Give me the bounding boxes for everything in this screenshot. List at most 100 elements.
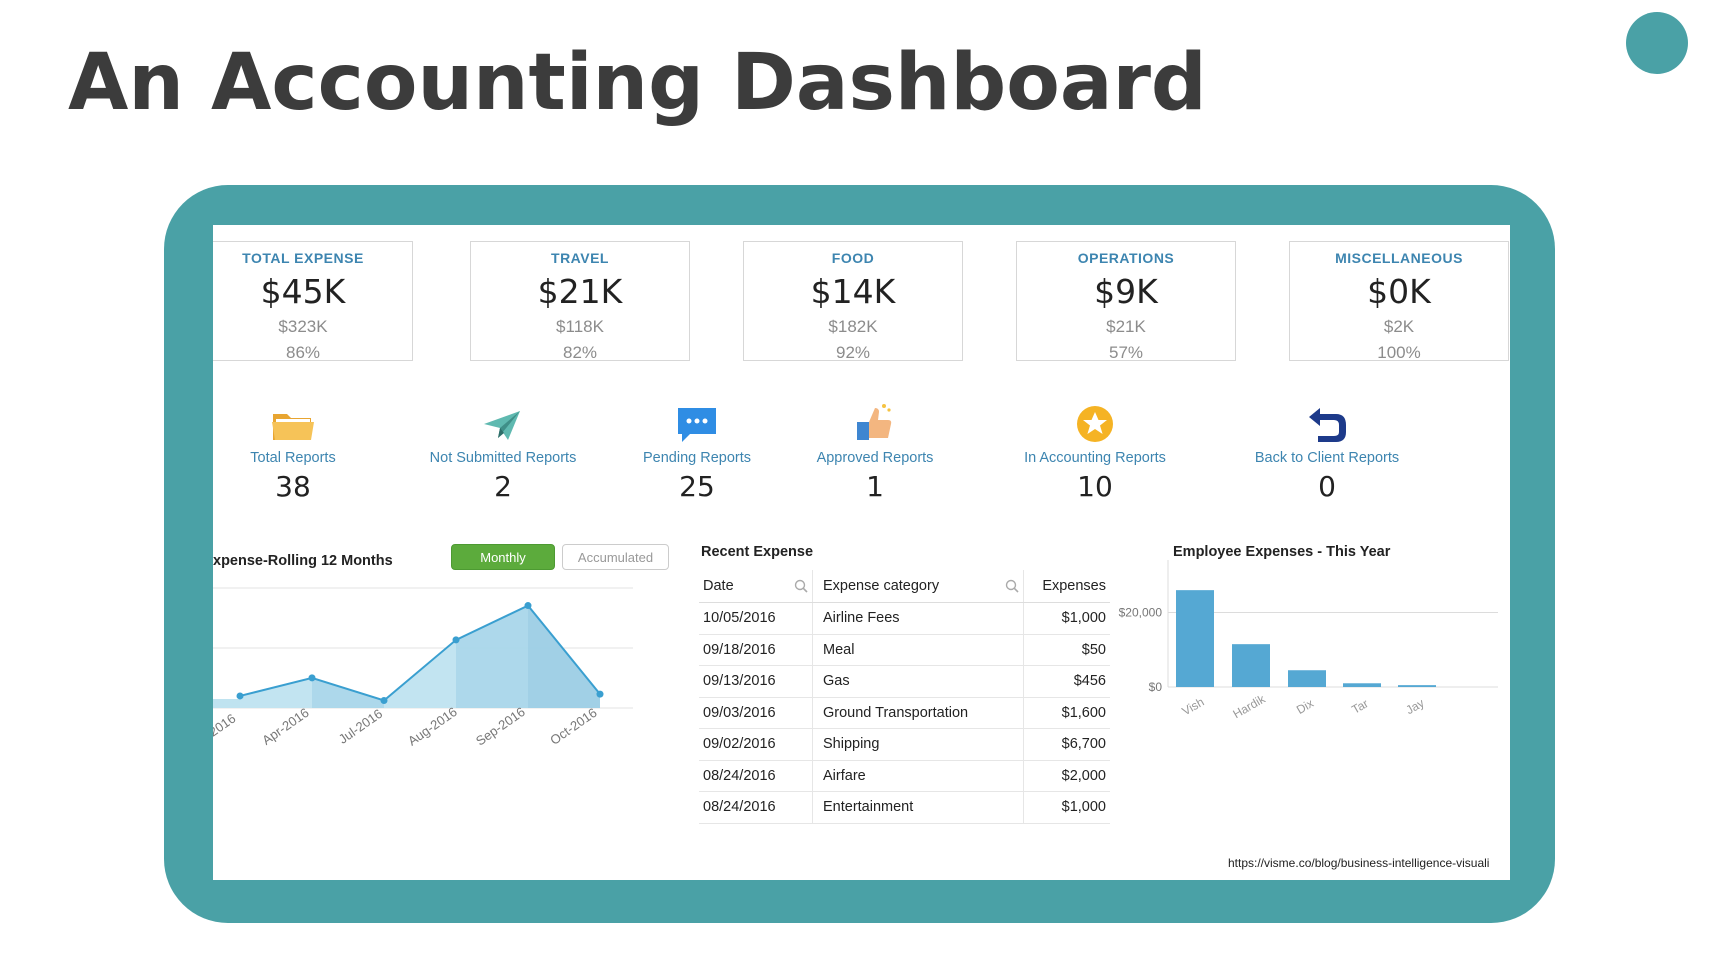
kpi-sub-value: $2K [1383,317,1415,336]
x-tick-label: Sep-2016 [473,704,528,749]
report-label: Total Reports [250,450,336,466]
kpi-label: MISCELLANEOUS [1335,250,1463,266]
report-approved[interactable]: Approved Reports 1 [775,400,975,503]
x-tick-label: -2016 [213,711,238,742]
kpi-percent: 86% [285,343,321,362]
kpi-card-operations[interactable]: OPERATIONS $9K $21K 57% [1016,241,1236,362]
decorative-dot [1626,12,1688,74]
bar [1398,685,1436,687]
row-amount: $1,000 [1023,602,1110,635]
accumulated-button[interactable]: Accumulated [562,544,669,570]
kpi-card-total-expense[interactable]: TOTAL EXPENSE $45K $323K 86% [213,241,413,362]
report-count: 0 [1318,470,1336,503]
row-category: Airfare [812,760,1024,792]
monthly-button[interactable]: Monthly [451,544,555,570]
kpi-percent: 82% [562,343,598,362]
x-tick-label: Aug-2016 [405,704,460,749]
row-category: Airline Fees [812,602,1024,635]
paper-plane-icon [484,411,520,440]
date-column-header[interactable]: Date [699,570,813,603]
data-point [524,602,532,610]
row-date: 09/03/2016 [699,697,813,729]
chat-bubble-icon [678,408,716,442]
row-amount: $2,000 [1023,760,1110,792]
kpi-label: FOOD [831,250,875,266]
data-point [380,696,388,704]
kpi-label: TRAVEL [551,250,609,266]
area-segment [312,677,384,708]
x-tick-label: Vish [1179,695,1206,719]
x-tick-label: Jul-2016 [336,706,385,747]
report-count: 2 [494,470,512,503]
x-tick-label: Oct-2016 [547,705,599,748]
data-point [308,674,316,682]
kpi-value: $14K [810,272,896,311]
report-label: Pending Reports [642,450,751,466]
report-label: Not Submitted Reports [429,450,577,466]
table-row[interactable]: 08/24/2016 Entertainment $1,000 [699,791,1110,824]
table-row[interactable]: 10/05/2016 Airline Fees $1,000 [699,602,1110,635]
report-not-submitted[interactable]: Not Submitted Reports 2 [403,400,603,503]
recent-expense-table: Date Expense category Expenses 10/05/201… [699,570,1110,824]
expenses-column-header[interactable]: Expenses [1023,570,1110,603]
kpi-card-travel[interactable]: TRAVEL $21K $118K 82% [470,241,690,362]
kpi-card-food[interactable]: FOOD $14K $182K 92% [743,241,963,362]
report-total[interactable]: Total Reports 38 [213,400,393,503]
kpi-sub-value: $21K [1106,317,1146,336]
star-badge-icon [1077,406,1113,442]
header-label: Date [703,578,734,594]
kpi-percent: 92% [835,343,871,362]
report-in-accounting[interactable]: In Accounting Reports 10 [995,400,1195,503]
data-point [596,690,604,698]
table-row[interactable]: 08/24/2016 Airfare $2,000 [699,760,1110,792]
kpi-card-miscellaneous[interactable]: MISCELLANEOUS $0K $2K 100% [1289,241,1509,362]
category-column-header[interactable]: Expense category [812,570,1024,603]
table-row[interactable]: 09/18/2016 Meal $50 [699,634,1110,666]
search-icon[interactable] [1005,579,1019,593]
row-category: Gas [812,665,1024,698]
kpi-label: OPERATIONS [1077,250,1175,266]
row-amount: $1,000 [1023,791,1110,824]
row-amount: $1,600 [1023,697,1110,729]
report-back-to-client[interactable]: Back to Client Reports 0 [1227,400,1427,503]
x-tick-label: Jay [1403,696,1426,717]
kpi-sub-value: $182K [828,317,878,336]
x-tick-label: Dix [1294,696,1316,717]
row-date: 09/13/2016 [699,665,813,698]
kpi-value: $9K [1094,272,1158,311]
search-icon[interactable] [794,579,808,593]
rolling-area-chart: -2016 Apr-2016 Jul-2016 Aug-2016 Sep-2016 Oct… [213,587,633,749]
data-point [452,636,460,644]
dashboard-screenshot: TOTAL EXPENSE $45K $323K 86% TRAVEL $21K… [213,225,1510,880]
kpi-sub-value: $118K [556,317,604,336]
report-pending[interactable]: Pending Reports 25 [597,400,797,503]
report-count: 10 [1077,470,1113,503]
report-label: Approved Reports [816,450,934,466]
kpi-label: TOTAL EXPENSE [242,250,364,266]
report-label: Back to Client Reports [1254,450,1400,466]
row-category: Ground Transportation [812,697,1024,729]
report-count: 1 [866,470,884,503]
kpi-value: $45K [260,272,346,311]
row-date: 10/05/2016 [699,602,813,635]
table-row[interactable]: 09/03/2016 Ground Transportation $1,600 [699,697,1110,729]
return-arrow-icon [1309,408,1346,442]
table-row[interactable]: 09/02/2016 Shipping $6,700 [699,728,1110,761]
report-count: 25 [679,470,715,503]
employee-bar-chart: $0$20,000$40,000VishHardikDixTarJay [1119,560,1498,721]
row-amount: $6,700 [1023,728,1110,761]
header-label: Expense category [823,578,940,594]
area-segment [528,605,600,708]
row-amount: $456 [1023,665,1110,698]
table-header-row: Date Expense category Expenses [699,570,1110,603]
data-point [236,692,244,700]
table-row[interactable]: 09/13/2016 Gas $456 [699,665,1110,698]
report-count: 38 [275,470,311,503]
y-tick-label: $0 [1149,680,1163,694]
report-label: In Accounting Reports [1024,450,1166,466]
kpi-percent: 100% [1377,343,1421,362]
area-segment [213,699,240,708]
row-date: 09/18/2016 [699,634,813,666]
kpi-sub-value: $323K [278,317,328,336]
employee-chart-title: Employee Expenses - This Year [1173,544,1391,560]
